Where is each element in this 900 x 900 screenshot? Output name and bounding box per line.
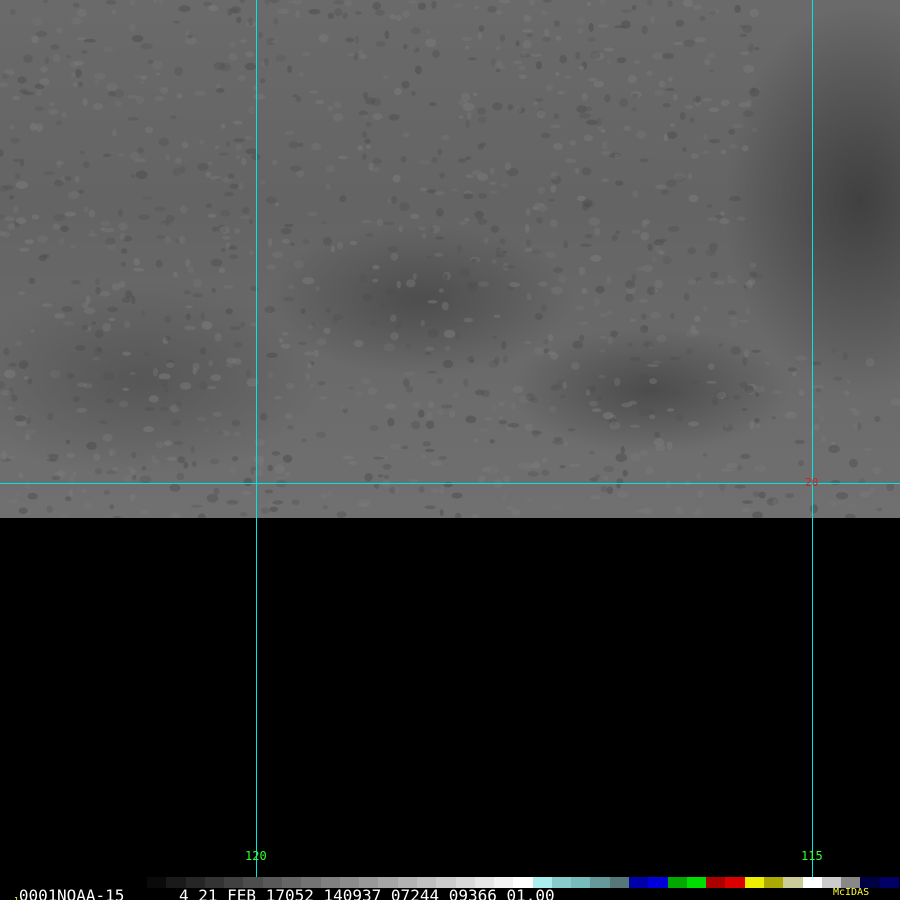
longitude-label-115: 115 — [801, 849, 823, 863]
frame-number: 10001 — [14, 886, 57, 900]
latitude-label-20: 20 — [805, 476, 819, 489]
longitude-line-120 — [256, 0, 257, 885]
satellite-viewer: 120 115 20 10001 NOAA-15 4 21 FEB 17052 … — [0, 0, 900, 900]
frame-number-text: 0001 — [18, 886, 58, 900]
longitude-line-115 — [812, 0, 813, 885]
longitude-label-120: 120 — [245, 849, 267, 863]
satellite-name: NOAA-15 — [57, 886, 125, 900]
cloud-texture — [0, 0, 900, 518]
latitude-line-20 — [0, 483, 900, 484]
datetime-info: 4 21 FEB 17052 140937 07244 09366 01.00 — [179, 886, 555, 900]
mcidas-logo: McIDAS — [833, 887, 870, 898]
